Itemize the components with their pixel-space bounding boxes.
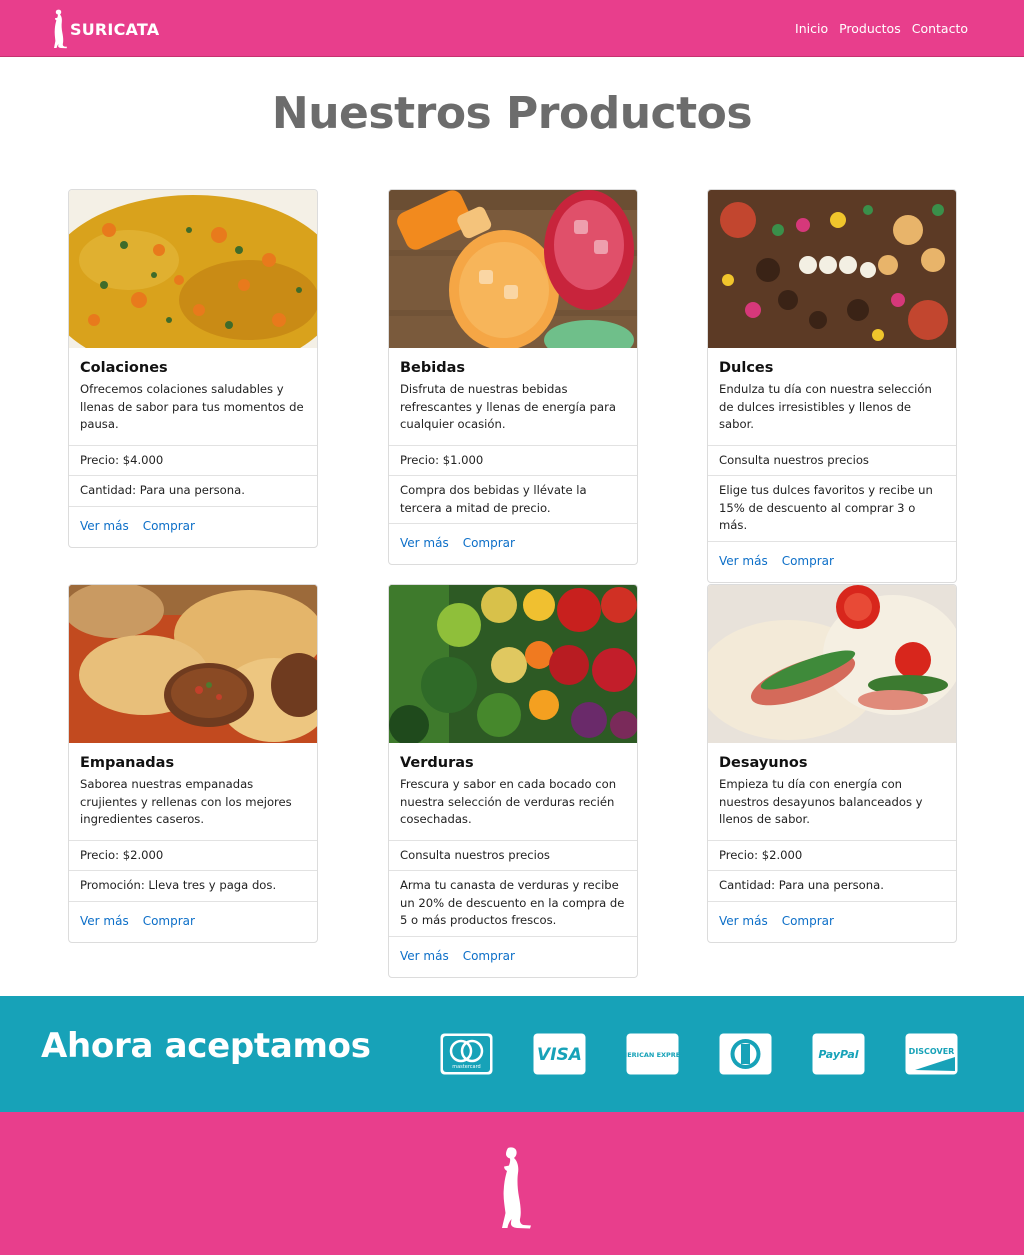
meerkat-logo-icon — [54, 9, 67, 49]
amex-label: AMERICAN EXPRESS — [626, 1051, 679, 1059]
ver-mas-link[interactable]: Ver más — [80, 912, 129, 930]
product-card-bebidas: Bebidas Disfruta de nuestras bebidas ref… — [388, 189, 638, 565]
card-actions: Ver más Comprar — [69, 900, 317, 942]
comprar-link[interactable]: Comprar — [143, 912, 195, 930]
desayunos-image — [708, 585, 956, 743]
card-body: Colaciones Ofrecemos colaciones saludabl… — [69, 348, 317, 445]
card-detail: Precio: $1.000 — [389, 444, 637, 476]
card-description: Endulza tu día con nuestra selección de … — [719, 382, 932, 431]
card-description: Frescura y sabor en cada bocado con nues… — [400, 777, 617, 826]
card-actions: Ver más Comprar — [69, 505, 317, 547]
paypal-label: PayPal — [818, 1048, 858, 1061]
comprar-link[interactable]: Comprar — [463, 534, 515, 552]
card-body: Desayunos Empieza tu día con energía con… — [708, 743, 956, 840]
card-detail: Promoción: Lleva tres y paga dos. — [69, 870, 317, 901]
product-card-empanadas: Empanadas Saborea nuestras empanadas cru… — [68, 584, 318, 943]
nav-link-productos[interactable]: Productos — [839, 21, 901, 36]
mastercard-label: mastercard — [452, 1064, 480, 1070]
nav-link-contacto[interactable]: Contacto — [912, 21, 968, 36]
card-detail: Arma tu canasta de verduras y recibe un … — [389, 870, 637, 936]
page-title: Nuestros Productos — [271, 88, 753, 139]
card-detail: Consulta nuestros precios — [708, 444, 956, 476]
discover-label: DISCOVER — [909, 1047, 955, 1056]
paypal-icon: PayPal — [812, 1033, 865, 1075]
comprar-link[interactable]: Comprar — [143, 517, 195, 535]
ver-mas-link[interactable]: Ver más — [719, 912, 768, 930]
card-body: Bebidas Disfruta de nuestras bebidas ref… — [389, 348, 637, 445]
ver-mas-link[interactable]: Ver más — [400, 947, 449, 965]
card-body: Dulces Endulza tu día con nuestra selecc… — [708, 348, 956, 445]
card-title: Bebidas — [400, 360, 466, 376]
mastercard-icon: mastercard — [440, 1033, 493, 1075]
empanadas-image — [69, 585, 317, 743]
ver-mas-link[interactable]: Ver más — [719, 552, 768, 570]
comprar-link[interactable]: Comprar — [463, 947, 515, 965]
ver-mas-link[interactable]: Ver más — [400, 534, 449, 552]
card-detail: Compra dos bebidas y llévate la tercera … — [389, 475, 637, 523]
card-description: Saborea nuestras empanadas crujientes y … — [80, 777, 292, 826]
product-card-verduras: Verduras Frescura y sabor en cada bocado… — [388, 584, 638, 978]
card-detail: Precio: $2.000 — [708, 839, 956, 871]
navbar: SURICATA Inicio Productos Contacto — [0, 0, 1024, 57]
nav-links: Inicio Productos Contacto — [795, 0, 968, 57]
card-description: Ofrecemos colaciones saludables y llenas… — [80, 382, 304, 431]
card-actions: Ver más Comprar — [708, 540, 956, 582]
card-detail: Precio: $4.000 — [69, 444, 317, 476]
product-card-colaciones: Colaciones Ofrecemos colaciones saludabl… — [68, 189, 318, 548]
payments-section: Ahora aceptamos mastercard VISA AMERICAN… — [0, 996, 1024, 1112]
comprar-link[interactable]: Comprar — [782, 552, 834, 570]
card-title: Empanadas — [80, 755, 175, 771]
brand-name: SURICATA — [70, 19, 160, 39]
card-detail: Consulta nuestros precios — [389, 839, 637, 871]
discover-icon: DISCOVER — [905, 1033, 958, 1075]
card-title: Dulces — [719, 360, 774, 376]
card-detail: Precio: $2.000 — [69, 839, 317, 871]
card-actions: Ver más Comprar — [389, 523, 637, 564]
payments-title: Ahora aceptamos — [41, 1026, 371, 1066]
ver-mas-link[interactable]: Ver más — [80, 517, 129, 535]
card-title: Verduras — [400, 755, 474, 771]
product-card-dulces: Dulces Endulza tu día con nuestra selecc… — [707, 189, 957, 583]
dulces-image — [708, 190, 956, 348]
comprar-link[interactable]: Comprar — [782, 912, 834, 930]
card-body: Verduras Frescura y sabor en cada bocado… — [389, 743, 637, 840]
card-title: Desayunos — [719, 755, 808, 771]
footer — [0, 1112, 1024, 1255]
visa-icon: VISA — [533, 1033, 586, 1075]
card-detail: Elige tus dulces favoritos y recibe un 1… — [708, 475, 956, 541]
colaciones-image — [69, 190, 317, 348]
bebidas-image — [389, 190, 637, 348]
meerkat-logo-icon — [502, 1147, 531, 1229]
product-card-desayunos: Desayunos Empieza tu día con energía con… — [707, 584, 957, 943]
visa-label: VISA — [537, 1045, 582, 1065]
card-actions: Ver más Comprar — [389, 935, 637, 977]
nav-link-inicio[interactable]: Inicio — [795, 21, 828, 36]
brand-link[interactable]: SURICATA — [48, 8, 159, 50]
card-detail: Cantidad: Para una persona. — [708, 870, 956, 901]
card-body: Empanadas Saborea nuestras empanadas cru… — [69, 743, 317, 840]
card-title: Colaciones — [80, 360, 168, 376]
diners-club-icon — [719, 1033, 772, 1075]
card-detail: Cantidad: Para una persona. — [69, 475, 317, 506]
american-express-icon: AMERICAN EXPRESS — [626, 1033, 679, 1075]
verduras-image — [389, 585, 637, 743]
card-description: Disfruta de nuestras bebidas refrescante… — [400, 382, 617, 431]
card-actions: Ver más Comprar — [708, 900, 956, 942]
card-description: Empieza tu día con energía con nuestros … — [719, 777, 923, 826]
